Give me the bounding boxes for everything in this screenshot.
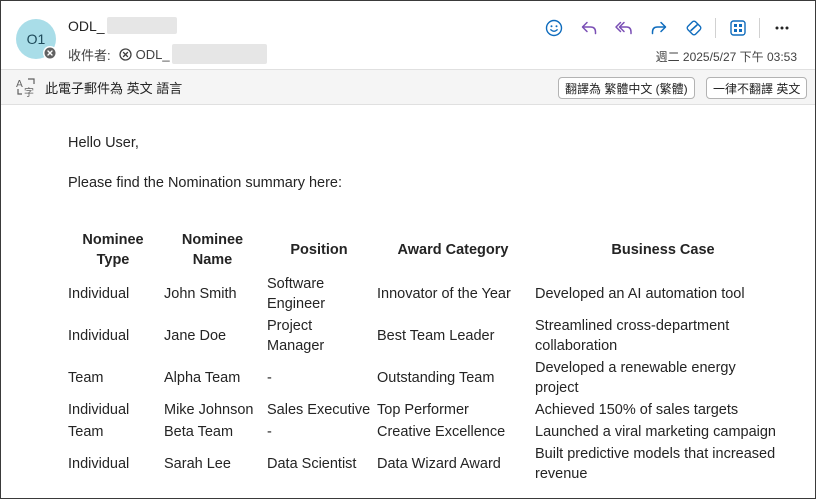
apps-button[interactable] <box>720 13 755 43</box>
reply-button[interactable] <box>571 13 606 43</box>
cell-name: Sarah Lee <box>164 456 231 472</box>
received-date: 週二 2025/5/27 下午 03:53 <box>655 50 797 64</box>
react-button[interactable] <box>536 13 571 43</box>
header-nominee-type: Nominee Type <box>82 232 144 268</box>
translate-button[interactable]: 翻譯為 繁體中文 (繁體) <box>558 77 695 99</box>
recipient-name[interactable]: ODL_ <box>136 47 170 62</box>
svg-text:字: 字 <box>24 86 34 98</box>
reply-all-icon <box>614 21 632 35</box>
recipients-label: 收件者: <box>68 47 111 63</box>
cell-position: Software Engineer <box>267 276 326 312</box>
table-row: Individual Jane Doe Project Manager Best … <box>65 316 794 358</box>
table-row: Team Beta Team - Creative Excellence Lau… <box>65 422 794 444</box>
cell-type: Individual <box>68 286 130 302</box>
email-reading-pane: O1 ODL_ 收件者: ODL_ 週二 2025/5/27 下午 03:53 … <box>0 0 816 499</box>
apps-icon <box>729 20 746 36</box>
loop-button[interactable] <box>676 13 711 43</box>
cell-position: Project Manager <box>267 318 325 354</box>
cell-business-case: Streamlined cross-department collaboratio… <box>535 318 730 354</box>
translate-icon: A 字 <box>16 78 35 98</box>
more-icon <box>775 26 788 30</box>
header-nominee-name: Nominee Name <box>181 232 244 268</box>
cell-business-case: Achieved 150% of sales targets <box>535 402 739 418</box>
cell-position: - <box>267 370 272 386</box>
nomination-table: Nominee Type Nominee Name Position Award C… <box>65 230 794 486</box>
header-award-category: Award Category <box>397 242 509 258</box>
cell-category: Outstanding Team <box>377 370 495 386</box>
cell-business-case: Developed a renewable energy project <box>535 360 736 396</box>
cell-category: Best Team Leader <box>377 328 495 344</box>
cell-type: Individual <box>68 456 130 472</box>
cell-name: John Smith <box>164 286 237 302</box>
recipients-line: 收件者: ODL_ <box>68 44 267 64</box>
table-row: Individual Mike Johnson Sales Executive … <box>65 400 794 422</box>
intro-text: Please find the Nomination summary here: <box>68 175 343 191</box>
avatar-initials: O1 <box>26 31 46 47</box>
status-badge-icon <box>43 46 57 60</box>
table-row: Team Alpha Team - Outstanding Team Devel… <box>65 358 794 400</box>
toolbar-divider <box>759 18 760 38</box>
never-translate-button[interactable]: 一律不翻譯 英文 <box>706 77 808 99</box>
more-button[interactable] <box>764 13 799 43</box>
cell-position: - <box>267 424 272 440</box>
loop-icon <box>686 20 701 36</box>
cell-category: Creative Excellence <box>377 424 506 440</box>
translate-bar: A 字 此電子郵件為 英文 語言 翻譯為 繁體中文 (繁體) 一律不翻譯 英文 <box>1 69 815 105</box>
redacted-text <box>106 17 177 34</box>
reply-all-button[interactable] <box>606 13 641 43</box>
forward-button[interactable] <box>641 13 676 43</box>
greeting: Hello User, <box>68 135 139 151</box>
header-business-case: Business Case <box>611 242 715 258</box>
redacted-text <box>171 44 267 64</box>
reply-icon <box>581 21 596 35</box>
toolbar-divider <box>715 18 716 38</box>
cell-name: Mike Johnson <box>164 402 254 418</box>
cell-category: Top Performer <box>377 402 469 418</box>
cell-business-case: Developed an AI automation tool <box>535 286 745 302</box>
smiley-icon <box>545 19 562 37</box>
cell-business-case: Launched a viral marketing campaign <box>535 424 776 440</box>
cell-type: Team <box>68 424 104 440</box>
cell-name: Jane Doe <box>164 328 227 344</box>
cell-name: Beta Team <box>164 424 234 440</box>
header-position: Position <box>290 242 348 258</box>
table-header-row: Nominee Type Nominee Name Position Award C… <box>65 230 794 274</box>
message-body: Hello User, Please find the Nomination s… <box>68 133 798 482</box>
cell-type: Individual <box>68 328 130 344</box>
cell-position: Sales Executive <box>267 402 371 418</box>
cell-type: Team <box>68 370 104 386</box>
cell-category: Innovator of the Year <box>377 286 511 302</box>
cell-position: Data Scientist <box>267 456 357 472</box>
cell-name: Alpha Team <box>164 370 241 386</box>
translate-message: 此電子郵件為 英文 語言 <box>45 80 183 96</box>
sender-name: ODL_ <box>68 17 105 34</box>
email-header: O1 ODL_ 收件者: ODL_ 週二 2025/5/27 下午 03:53 <box>1 1 815 69</box>
forward-icon <box>651 21 666 35</box>
svg-text:A: A <box>16 79 23 90</box>
recipient-status-icon <box>118 47 132 61</box>
cell-business-case: Built predictive models that increased re… <box>535 446 776 482</box>
cell-category: Data Wizard Award <box>377 456 501 472</box>
table-row: Individual Sarah Lee Data Scientist Data… <box>65 444 794 486</box>
message-toolbar <box>536 13 799 43</box>
table-row: Individual John Smith Software Engineer I… <box>65 274 794 316</box>
cell-type: Individual <box>68 402 130 418</box>
sender[interactable]: ODL_ <box>68 17 177 34</box>
